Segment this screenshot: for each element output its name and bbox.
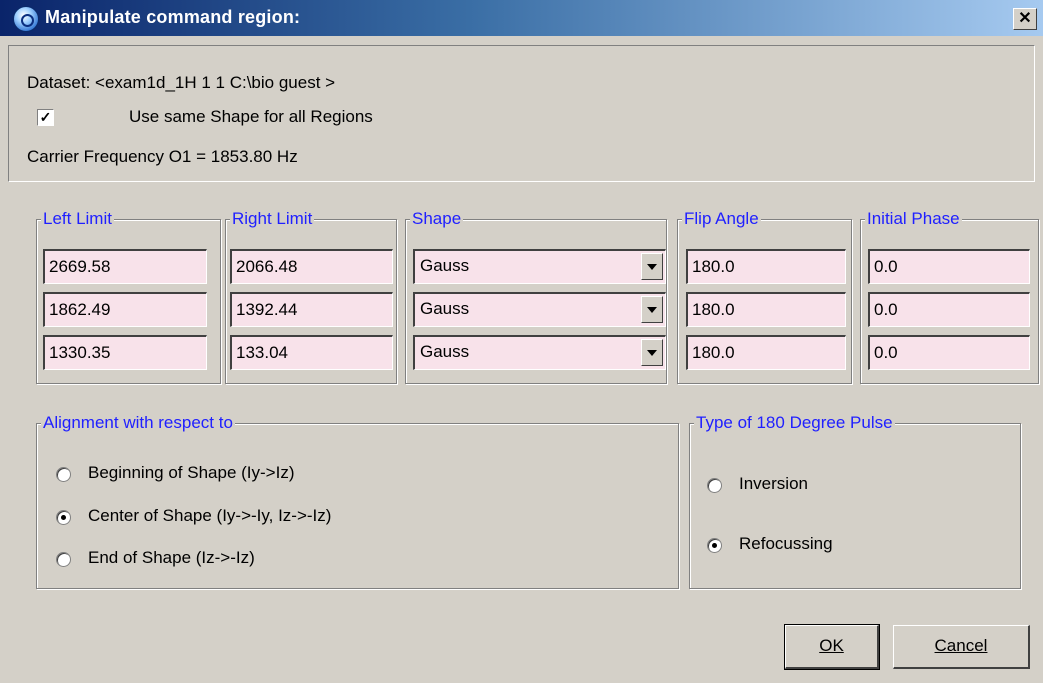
cancel-button[interactable]: Cancel — [893, 625, 1030, 669]
close-button[interactable]: ✕ — [1013, 8, 1037, 30]
app-icon — [13, 6, 39, 32]
initial-phase-input[interactable]: 0.0 — [868, 292, 1030, 327]
shape-select[interactable]: Gauss — [413, 249, 666, 284]
window-title: Manipulate command region: — [45, 7, 301, 27]
pulse-option-inversion[interactable]: Inversion — [739, 474, 808, 494]
pulse-type-group: Type of 180 Degree Pulse — [689, 413, 1021, 589]
pulse-radio-refocussing[interactable] — [707, 538, 722, 553]
initial-phase-input[interactable]: 0.0 — [868, 335, 1030, 370]
alignment-option-end[interactable]: End of Shape (Iz->-Iz) — [88, 548, 255, 568]
left-limit-title: Left Limit — [41, 209, 114, 229]
alignment-option-center[interactable]: Center of Shape (Iy->-Iy, Iz->-Iz) — [88, 506, 331, 526]
dialog-window: Manipulate command region: ✕ Dataset: <e… — [0, 0, 1043, 683]
alignment-radio-end[interactable] — [56, 552, 71, 567]
dataset-label: Dataset: <exam1d_1H 1 1 C:\bio guest > — [27, 73, 336, 92]
carrier-frequency-label: Carrier Frequency O1 = 1853.80 Hz — [27, 147, 298, 166]
cancel-button-label: Cancel — [934, 636, 988, 655]
shape-select-value: Gauss — [420, 256, 470, 275]
pulse-radio-inversion[interactable] — [707, 478, 722, 493]
pulse-type-title: Type of 180 Degree Pulse — [694, 413, 895, 433]
flip-angle-input[interactable]: 180.0 — [686, 335, 846, 370]
left-limit-input[interactable]: 2669.58 — [43, 249, 207, 284]
alignment-radio-beginning[interactable] — [56, 467, 71, 482]
alignment-radio-center[interactable] — [56, 510, 71, 525]
chevron-down-icon[interactable] — [641, 253, 663, 280]
title-bar[interactable]: Manipulate command region: ✕ — [0, 0, 1043, 36]
right-limit-input[interactable]: 1392.44 — [230, 292, 393, 327]
pulse-option-refocussing[interactable]: Refocussing — [739, 534, 833, 554]
left-limit-input[interactable]: 1862.49 — [43, 292, 207, 327]
shape-title: Shape — [410, 209, 464, 229]
same-shape-label: Use same Shape for all Regions — [129, 107, 373, 126]
right-limit-input[interactable]: 2066.48 — [230, 249, 393, 284]
right-limit-input[interactable]: 133.04 — [230, 335, 393, 370]
right-limit-title: Right Limit — [230, 209, 315, 229]
initial-phase-input[interactable]: 0.0 — [868, 249, 1030, 284]
shape-select[interactable]: Gauss — [413, 335, 666, 370]
shape-select[interactable]: Gauss — [413, 292, 666, 327]
initial-phase-title: Initial Phase — [865, 209, 962, 229]
ok-button-label: OK — [819, 636, 844, 655]
ok-button[interactable]: OK — [784, 624, 880, 670]
same-shape-checkbox[interactable]: ✓ — [37, 109, 54, 126]
chevron-down-icon[interactable] — [641, 296, 663, 323]
alignment-title: Alignment with respect to — [41, 413, 235, 433]
left-limit-input[interactable]: 1330.35 — [43, 335, 207, 370]
alignment-option-beginning[interactable]: Beginning of Shape (Iy->Iz) — [88, 463, 294, 483]
flip-angle-input[interactable]: 180.0 — [686, 292, 846, 327]
shape-select-value: Gauss — [420, 299, 470, 318]
shape-select-value: Gauss — [420, 342, 470, 361]
flip-angle-title: Flip Angle — [682, 209, 761, 229]
flip-angle-input[interactable]: 180.0 — [686, 249, 846, 284]
chevron-down-icon[interactable] — [641, 339, 663, 366]
